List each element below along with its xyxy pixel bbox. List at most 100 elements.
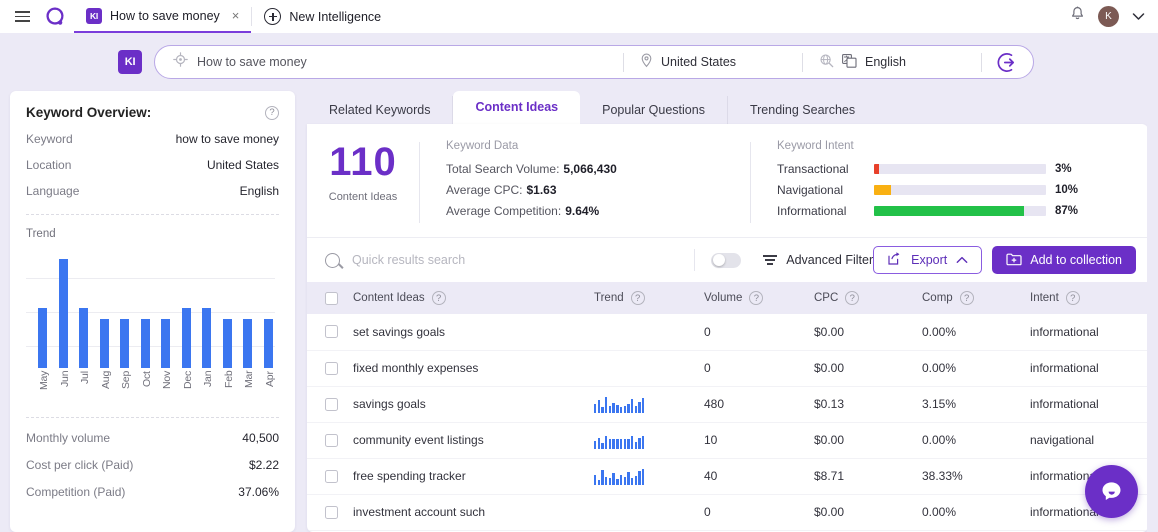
plus-circle-icon xyxy=(264,8,282,25)
cell-volume: 0 xyxy=(704,505,711,519)
chart-x-label: Jun xyxy=(58,371,71,388)
results-toggle[interactable] xyxy=(711,252,742,268)
export-button[interactable]: Export xyxy=(873,246,983,274)
location-selector[interactable]: United States xyxy=(624,53,802,71)
chart-x-label: Mar xyxy=(243,371,256,389)
tab-content-ideas[interactable]: Content Ideas xyxy=(453,91,581,124)
help-circle-icon[interactable]: ? xyxy=(749,291,764,305)
select-all-checkbox[interactable] xyxy=(325,291,338,305)
col-cpc[interactable]: CPC? xyxy=(814,282,922,314)
keyword-search-input[interactable]: How to save money xyxy=(155,52,623,72)
tab-popular-questions[interactable]: Popular Questions xyxy=(580,96,728,124)
intent-bar-track xyxy=(874,185,1046,195)
kd-label: Average CPC: xyxy=(446,183,523,197)
bell-icon[interactable] xyxy=(1070,6,1085,27)
chart-x-label: Jan xyxy=(202,371,215,388)
search-bar: How to save money United States English xyxy=(154,45,1034,79)
help-circle-icon[interactable]: ? xyxy=(431,291,446,305)
add-to-collection-button[interactable]: Add to collection xyxy=(992,246,1136,274)
row-checkbox[interactable] xyxy=(325,361,338,375)
intent-bar-track xyxy=(874,164,1046,174)
col-volume[interactable]: Volume? xyxy=(704,282,814,314)
submit-search-button[interactable] xyxy=(982,52,1033,73)
keyword-data-row: Total Search Volume: 5,066,430 xyxy=(446,162,750,176)
col-trend[interactable]: Trend? xyxy=(594,282,704,314)
quick-results-search-input[interactable]: Quick results search xyxy=(340,253,678,267)
chart-bar xyxy=(79,308,89,368)
summary-section: 110 Content Ideas Keyword Data Total Sea… xyxy=(307,124,1148,237)
chevron-down-icon[interactable] xyxy=(1132,10,1145,24)
close-icon[interactable]: × xyxy=(232,8,240,23)
cell-volume: 480 xyxy=(704,397,725,411)
advanced-filter-button[interactable]: Advanced Filter xyxy=(786,253,873,267)
table-row[interactable]: set savings goals 0 $0.00 0.00% informationa… xyxy=(307,314,1148,350)
table-row[interactable]: savings goals 480 $0.13 3.15% informational xyxy=(307,386,1148,422)
intent-bar-fill xyxy=(874,185,892,195)
export-label: Export xyxy=(911,253,948,267)
filter-icon[interactable] xyxy=(763,255,778,265)
chart-bar xyxy=(202,308,212,368)
help-circle-icon[interactable]: ? xyxy=(845,291,860,305)
intent-row-transactional: Transactional 3% xyxy=(777,162,1078,176)
top-tab-bar: KI How to save money × New Intelligence … xyxy=(0,0,1158,33)
browser-tab-active[interactable]: KI How to save money × xyxy=(74,0,252,33)
scrollbar-gutter[interactable] xyxy=(1147,33,1158,532)
chart-bar xyxy=(58,259,68,368)
cell-comp: 0.00% xyxy=(922,361,957,375)
row-checkbox[interactable] xyxy=(325,469,338,483)
stat-label: Monthly volume xyxy=(26,431,111,445)
row-select-cell xyxy=(307,314,353,350)
chart-bar xyxy=(161,319,171,368)
chart-x-label: Oct xyxy=(140,371,153,387)
table-row[interactable]: free spending tracker 40 $8.71 38.33% inform… xyxy=(307,458,1148,494)
intent-row-navigational: Navigational 10% xyxy=(777,183,1078,197)
intent-percent: 87% xyxy=(1055,205,1079,217)
row-checkbox[interactable] xyxy=(325,505,338,519)
keyword-data-title: Keyword Data xyxy=(446,140,519,152)
cell-cpc: $0.00 xyxy=(814,324,845,339)
table-row[interactable]: community event listings 10 $0.00 0.00% navi… xyxy=(307,422,1148,458)
intent-bar-fill xyxy=(874,206,1024,216)
row-checkbox[interactable] xyxy=(325,397,338,411)
search-query-value: How to save money xyxy=(197,55,307,69)
cell-comp: 0.00% xyxy=(922,505,957,519)
intent-percent: 10% xyxy=(1055,184,1079,196)
hamburger-menu-icon[interactable] xyxy=(0,0,36,33)
tab-related-keywords[interactable]: Related Keywords xyxy=(307,96,454,124)
new-intelligence-tab[interactable]: New Intelligence xyxy=(252,0,393,33)
col-intent[interactable]: Intent? xyxy=(1030,282,1148,314)
table-row[interactable]: fixed monthly expenses 0 $0.00 0.00% informa… xyxy=(307,350,1148,386)
row-checkbox[interactable] xyxy=(325,433,338,447)
help-circle-icon[interactable]: ? xyxy=(265,105,279,120)
sparkline-chart xyxy=(594,468,704,485)
brand-logo-icon[interactable] xyxy=(36,0,74,33)
trend-bar-chart xyxy=(26,250,279,368)
intent-bar-track xyxy=(874,206,1046,216)
cell-comp: 3.15% xyxy=(922,397,957,411)
chart-bar xyxy=(181,308,191,368)
cell-comp: 38.33% xyxy=(922,469,963,483)
cell-cpc: $8.71 xyxy=(814,469,845,483)
cell-trend xyxy=(594,458,704,494)
col-label: Volume xyxy=(704,292,743,304)
search-icon xyxy=(325,252,340,268)
col-content-ideas[interactable]: Content Ideas? xyxy=(353,282,594,314)
table-row[interactable]: investment account such 0 $0.00 0.00% inform… xyxy=(307,494,1148,530)
chart-bar xyxy=(263,319,273,368)
col-label: CPC xyxy=(814,292,839,304)
language-selector[interactable]: English xyxy=(803,53,981,71)
help-circle-icon[interactable]: ? xyxy=(1065,291,1080,305)
cell-cpc: $0.00 xyxy=(814,505,845,519)
col-comp[interactable]: Comp? xyxy=(922,282,1030,314)
cell-cpc: $0.13 xyxy=(814,397,845,411)
keyword-data-block: Keyword Data Total Search Volume: 5,066,4… xyxy=(420,140,750,225)
help-circle-icon[interactable]: ? xyxy=(630,291,645,305)
row-checkbox[interactable] xyxy=(325,325,338,339)
help-circle-icon[interactable]: ? xyxy=(959,291,974,305)
avatar[interactable]: K xyxy=(1098,6,1119,27)
add-to-collection-label: Add to collection xyxy=(1030,253,1122,267)
kd-value: 5,066,430 xyxy=(563,162,617,176)
select-all-header xyxy=(307,282,353,314)
chat-bubble-icon[interactable] xyxy=(1085,465,1138,518)
tab-trending-searches[interactable]: Trending Searches xyxy=(728,96,877,124)
